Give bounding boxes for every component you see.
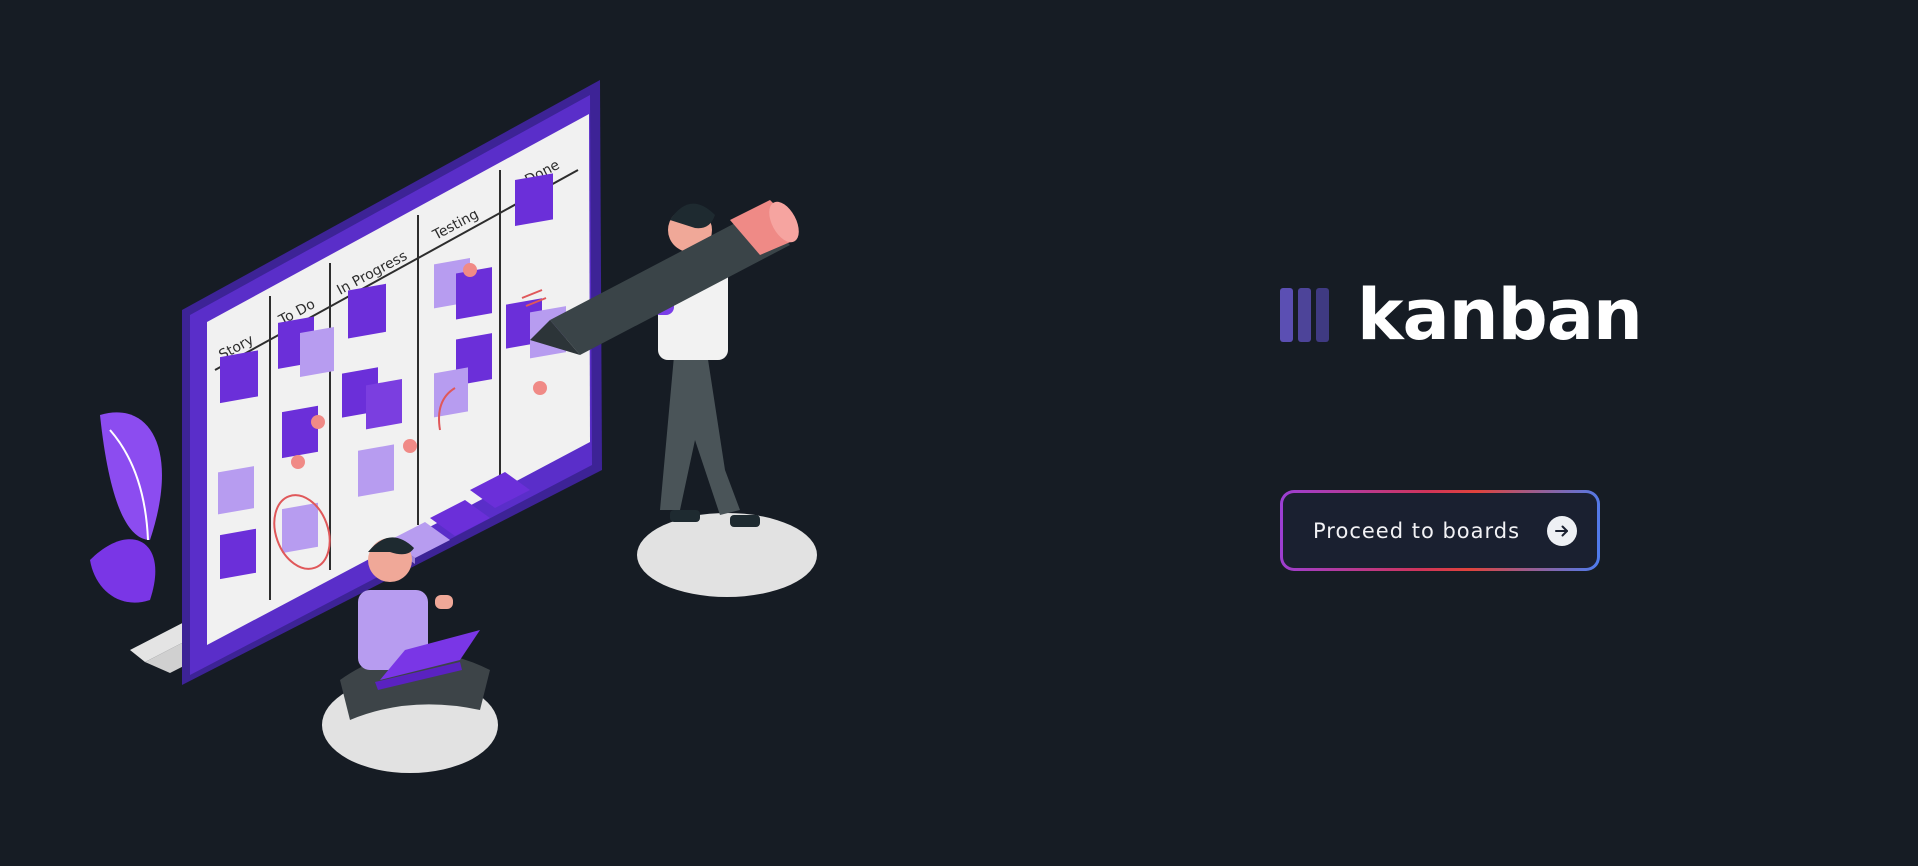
proceed-button-label: Proceed to boards: [1313, 518, 1521, 543]
proceed-to-boards-button[interactable]: Proceed to boards: [1280, 490, 1600, 571]
kanban-board-illustration: Story To Do In Progress Testing Done: [90, 80, 817, 773]
landing-page: Story To Do In Progress Testing Done kan…: [0, 0, 1918, 866]
plant-decoration: [90, 412, 162, 603]
proceed-button-inner[interactable]: Proceed to boards: [1283, 493, 1597, 568]
kanban-columns-icon: [1280, 288, 1329, 342]
brand-title: kanban: [1357, 274, 1643, 356]
arrow-right-circle-icon: [1547, 515, 1577, 546]
brand-logo: kanban: [1280, 274, 1643, 356]
